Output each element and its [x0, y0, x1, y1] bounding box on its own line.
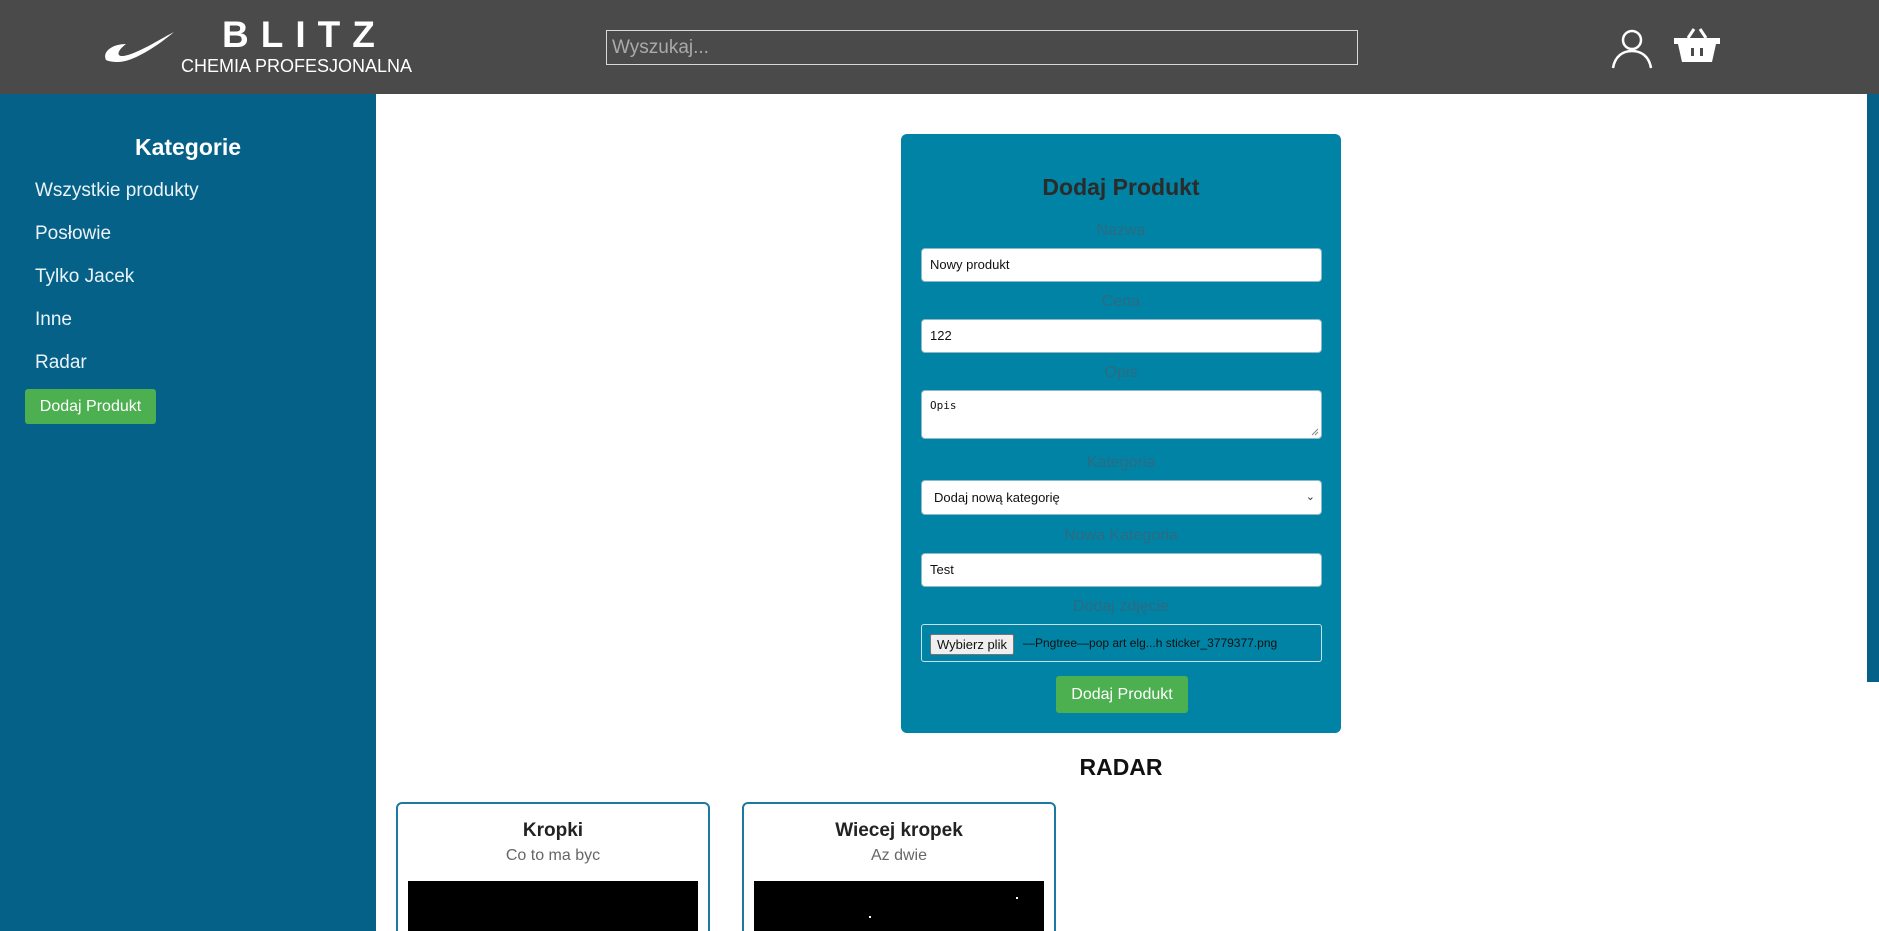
user-icon[interactable] — [1610, 26, 1654, 70]
name-field[interactable]: Nowy produkt — [921, 248, 1322, 282]
name-label: Nazwa — [1096, 222, 1146, 239]
brand-subtitle: CHEMIA PROFESJONALNA — [181, 56, 413, 76]
file-input[interactable]: Wybierz plik —Pngtree—pop art elg...h st… — [921, 624, 1322, 662]
right-edge-strip — [1867, 94, 1879, 682]
description-label: Opis — [1104, 364, 1138, 381]
brand-title: BLITZ — [222, 14, 387, 55]
choose-file-button[interactable]: Wybierz plik — [930, 634, 1014, 655]
top-header: BLITZ CHEMIA PROFESJONALNA — [0, 0, 1879, 94]
form-title: Dodaj Produkt — [1042, 174, 1200, 200]
submit-button[interactable]: Dodaj Produkt — [1056, 676, 1188, 713]
category-select[interactable]: Dodaj nową kategorię ⌄ — [921, 480, 1322, 515]
cart-icon[interactable] — [1672, 26, 1722, 66]
product-image — [754, 881, 1044, 931]
sidebar-item-tylko-jacek[interactable]: Tylko Jacek — [35, 266, 134, 288]
price-label: Cena — [1101, 293, 1141, 310]
sidebar-item-poslowie[interactable]: Posłowie — [35, 223, 111, 245]
product-image — [408, 881, 698, 931]
sidebar-title: Kategorie — [134, 134, 242, 160]
add-product-form: Dodaj Produkt Nazwa Nowy produkt Cena 12… — [901, 134, 1341, 733]
description-field[interactable]: Opis — [921, 390, 1322, 439]
chevron-down-icon: ⌄ — [1305, 491, 1315, 503]
product-description: Az dwie — [870, 847, 928, 864]
price-field[interactable]: 122 — [921, 319, 1322, 353]
image-label: Dodaj zdjęcie — [1072, 598, 1170, 615]
file-name: —Pngtree—pop art elg...h sticker_3779377… — [1023, 636, 1278, 650]
sidebar: Kategorie Wszystkie produkty Posłowie Ty… — [0, 94, 376, 931]
image-dot — [869, 916, 871, 918]
product-description: Co to ma byc — [505, 847, 601, 864]
sidebar-item-radar[interactable]: Radar — [35, 352, 87, 374]
search-input[interactable] — [606, 30, 1358, 65]
swoosh-logo-icon[interactable] — [104, 30, 176, 64]
category-selected-value: Dodaj nową kategorię — [934, 490, 1060, 505]
product-card[interactable]: Wiecej kropek Az dwie — [742, 802, 1056, 931]
sidebar-item-all-products[interactable]: Wszystkie produkty — [35, 180, 199, 202]
product-name: Wiecej kropek — [835, 820, 963, 841]
new-category-label: Nowa Kategoria — [1064, 527, 1178, 544]
product-card[interactable]: Kropki Co to ma byc — [396, 802, 710, 931]
category-label: Kategoria — [1086, 454, 1156, 471]
resize-grip-icon[interactable] — [1311, 428, 1319, 436]
new-category-field[interactable]: Test — [921, 553, 1322, 587]
product-name: Kropki — [522, 820, 584, 841]
sidebar-add-product-button[interactable]: Dodaj Produkt — [25, 389, 156, 424]
description-value: Opis — [930, 399, 957, 412]
sidebar-item-inne[interactable]: Inne — [35, 309, 72, 331]
section-title: RADAR — [1079, 754, 1163, 780]
image-dot — [1016, 897, 1018, 899]
